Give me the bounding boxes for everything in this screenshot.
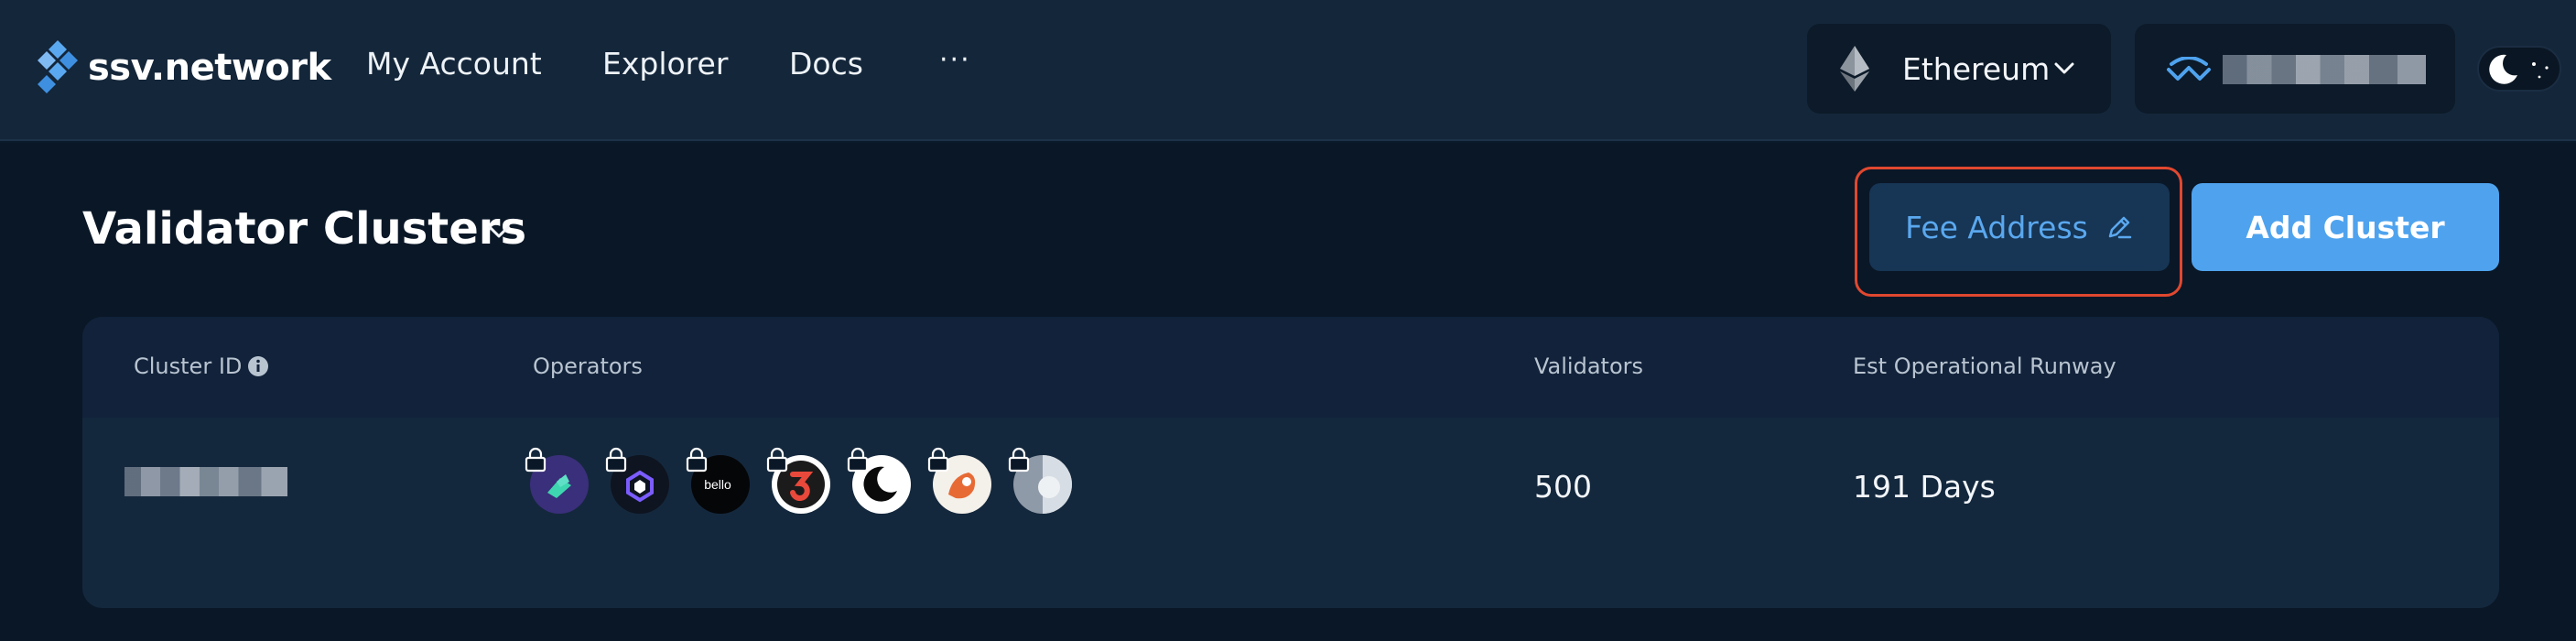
pencil-icon [2108, 216, 2132, 239]
operator-avatar[interactable] [766, 447, 831, 515]
network-selector[interactable]: Ethereum [1807, 24, 2111, 114]
lock-icon [525, 447, 547, 473]
fee-address-button[interactable]: Fee Address [1869, 183, 2170, 271]
clusters-table: Cluster ID Operators Validators Est Oper… [82, 317, 2499, 608]
nav-docs[interactable]: Docs [789, 46, 863, 81]
table-header: Cluster ID Operators Validators Est Oper… [82, 317, 2499, 418]
lock-icon [605, 447, 627, 473]
operator-avatar[interactable]: bello [686, 447, 751, 515]
chevron-down-icon[interactable] [483, 216, 514, 247]
add-cluster-button[interactable]: Add Cluster [2192, 183, 2499, 271]
operational-runway: 191 Days [1853, 469, 1996, 505]
ssv-logo-icon [38, 40, 78, 93]
lock-icon [847, 447, 869, 473]
add-cluster-label: Add Cluster [2246, 209, 2445, 245]
nav-explorer[interactable]: Explorer [602, 46, 728, 81]
theme-toggle[interactable] [2477, 46, 2561, 92]
more-menu-button[interactable]: ··· [939, 44, 971, 76]
operator-avatar[interactable] [847, 447, 912, 515]
lock-icon [927, 447, 949, 473]
wallet-button[interactable] [2135, 24, 2455, 114]
stars-icon [2532, 62, 2549, 79]
chevron-down-icon [2054, 62, 2074, 74]
operator-avatar[interactable] [927, 447, 992, 515]
column-operators: Operators [533, 353, 643, 379]
operator-badge-text: bello [704, 477, 731, 492]
operator-avatar[interactable] [1008, 447, 1073, 515]
lock-icon [686, 447, 708, 473]
column-validators: Validators [1534, 353, 1644, 379]
nav-my-account[interactable]: My Account [366, 46, 542, 81]
column-cluster-id: Cluster ID [134, 353, 243, 379]
brand-name: ssv.network [88, 47, 331, 89]
walletconnect-icon [2167, 57, 2211, 81]
cluster-id-redacted [124, 467, 287, 496]
moon-icon [2489, 54, 2517, 84]
lock-icon [1008, 447, 1030, 473]
info-icon[interactable] [247, 355, 269, 377]
ethereum-icon [1840, 46, 1869, 92]
top-navigation-bar: ssv.network My Account Explorer Docs ···… [0, 0, 2576, 141]
lock-icon [766, 447, 788, 473]
operator-avatar[interactable] [605, 447, 670, 515]
validators-count: 500 [1534, 469, 1592, 505]
wallet-address-redacted [2223, 55, 2426, 84]
operator-avatar[interactable] [525, 447, 590, 515]
column-runway: Est Operational Runway [1853, 353, 2116, 379]
fee-address-label: Fee Address [1905, 209, 2088, 245]
ssv-network-logo[interactable]: ssv.network [37, 40, 331, 95]
main-content: Validator Clusters Fee Address Add Clust… [0, 143, 2576, 641]
table-row[interactable]: bello 500 191 Days [82, 418, 2499, 608]
page-title: Validator Clusters [82, 203, 527, 255]
network-label: Ethereum [1902, 51, 2051, 87]
